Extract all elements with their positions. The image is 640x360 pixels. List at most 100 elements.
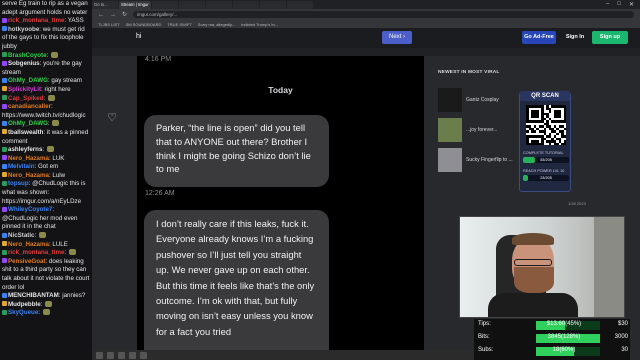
sign-up-button[interactable]: Sign up bbox=[592, 31, 628, 44]
goal-label: Bits: bbox=[478, 334, 490, 340]
emote-icon bbox=[47, 94, 55, 101]
viral-item-label: Sucky Fingerflip to ... bbox=[466, 157, 513, 163]
chat-message: SplickityLit: right here bbox=[0, 86, 92, 95]
qr-code-icon bbox=[526, 105, 567, 146]
emote-icon bbox=[42, 309, 50, 316]
emote-icon bbox=[52, 120, 60, 127]
chat-username[interactable]: PensiveGoat bbox=[8, 258, 46, 265]
webcam-hair bbox=[512, 233, 554, 245]
chat-separator: : bbox=[40, 300, 45, 308]
app-icon[interactable] bbox=[129, 351, 136, 359]
chat-username[interactable]: Cap_Spiked bbox=[8, 95, 43, 102]
chat-message: Mudpebble: bbox=[0, 300, 92, 310]
forward-icon[interactable]: → bbox=[110, 12, 116, 18]
chat-username[interactable]: rick_montana_time bbox=[8, 17, 64, 24]
chat-separator: : bbox=[42, 146, 46, 154]
chat-text: jannies? bbox=[62, 292, 86, 300]
bookmark-item[interactable]: TLJBS LIST bbox=[98, 22, 120, 27]
webcam-glasses bbox=[514, 259, 552, 266]
browser-tab[interactable] bbox=[178, 0, 205, 9]
chat-username[interactable]: canadiancaller bbox=[8, 103, 51, 110]
chat-username[interactable]: BrashCoyote bbox=[8, 52, 47, 59]
goal-target: 30 bbox=[621, 347, 628, 353]
chat-badge-icon bbox=[2, 206, 7, 212]
chat-message: hotkyoobe: we must get rid of the gays t… bbox=[0, 26, 92, 43]
chat-username[interactable]: Nero_Hazama bbox=[8, 155, 49, 162]
go-ad-free-button[interactable]: Go Ad-Free bbox=[522, 31, 556, 44]
url-field[interactable]: imgur.com/gallery/... bbox=[133, 11, 634, 18]
browser-tab[interactable] bbox=[286, 0, 313, 9]
chat-message: Nero_Hazama: LUK bbox=[0, 155, 92, 164]
section-title: NEWEST IN MOST VIRAL bbox=[438, 70, 500, 75]
heart-icon[interactable]: ♡ bbox=[104, 110, 120, 126]
bookmark-item[interactable]: Indicted Trump's In... bbox=[241, 22, 278, 27]
chat-username[interactable]: Nero_Hazama bbox=[8, 241, 49, 248]
chat-username[interactable]: Sobgenius bbox=[8, 60, 40, 67]
chat-message: OhMy_DAWG: gay stream bbox=[0, 77, 92, 86]
browser-tab[interactable] bbox=[232, 0, 259, 9]
chat-username[interactable]: tballswealth bbox=[8, 129, 43, 136]
browser-tab[interactable] bbox=[151, 0, 178, 9]
chat-username[interactable]: MENCHIBANTAM bbox=[8, 292, 59, 299]
chat-username[interactable]: SplickityLit bbox=[8, 86, 41, 93]
chat-text: YASS bbox=[67, 17, 84, 25]
chat-badge-icon bbox=[2, 241, 7, 247]
chat-message: jubby bbox=[0, 43, 92, 52]
chat-separator: : bbox=[43, 94, 47, 102]
maximize-icon[interactable]: □ bbox=[617, 1, 621, 8]
emote-icon bbox=[38, 232, 46, 239]
address-bar: ← → ↻ imgur.com/gallery/... bbox=[92, 9, 640, 20]
bookmark-item[interactable]: SM SOUNDBOARD bbox=[126, 22, 162, 27]
viral-item[interactable]: Sucky Fingerflip to ... bbox=[438, 148, 528, 172]
chat-username[interactable]: topsup bbox=[8, 180, 29, 187]
browser-tab[interactable]: Go to... bbox=[92, 0, 118, 9]
chat-username[interactable]: NicStatic bbox=[8, 232, 34, 239]
chat-badge-icon bbox=[2, 249, 7, 255]
chat-username[interactable]: OhMy_DAWG bbox=[8, 120, 48, 127]
progress-value: 23/205 bbox=[540, 176, 552, 180]
browser-tab[interactable] bbox=[205, 0, 232, 9]
app-icon[interactable] bbox=[140, 351, 147, 359]
browser-tab[interactable] bbox=[259, 0, 286, 9]
chat-separator: : bbox=[52, 206, 55, 214]
chat-text: Got em bbox=[37, 163, 59, 171]
bookmark-item[interactable]: Sorry ma, allegedly... bbox=[198, 22, 235, 27]
next-button[interactable]: Next › bbox=[382, 31, 412, 44]
chat-badge-icon bbox=[2, 26, 7, 32]
chat-username[interactable]: OhMy_DAWG bbox=[8, 77, 48, 84]
chat-badge-icon bbox=[2, 120, 7, 126]
thumbnail bbox=[438, 88, 462, 112]
chat-badge-icon bbox=[2, 301, 7, 307]
chat-username[interactable]: hotkyoobe bbox=[8, 26, 39, 33]
thumbnail bbox=[438, 118, 462, 142]
bookmark-item[interactable]: TRUE SWIFT bbox=[167, 22, 191, 27]
chat-username[interactable]: WhileyCoyote7 bbox=[8, 206, 52, 213]
chat-message: WhileyCoyote7: @ChudLogic her mod even p… bbox=[0, 206, 92, 232]
chat-text: LULE bbox=[52, 240, 68, 248]
viral-item[interactable]: ...joy forever... bbox=[438, 118, 528, 142]
close-icon[interactable]: ✕ bbox=[629, 1, 634, 8]
start-icon[interactable] bbox=[96, 351, 103, 359]
chat-username[interactable]: Melvitain bbox=[8, 163, 34, 170]
chat-badge-icon bbox=[2, 60, 7, 66]
app-icon[interactable] bbox=[118, 351, 125, 359]
stream-chat: serve Eg train to rip as a vegan adept a… bbox=[0, 0, 92, 360]
chat-badge-icon bbox=[2, 146, 7, 152]
chat-message: SkyQueue: bbox=[0, 309, 92, 318]
chat-username[interactable]: Mudpebble bbox=[8, 301, 41, 308]
message-text: Parker, “the line is open” did you tell … bbox=[156, 122, 311, 175]
reload-icon[interactable]: ↻ bbox=[122, 11, 127, 18]
viral-item[interactable]: Gantz Cosplay bbox=[438, 88, 528, 112]
chat-username[interactable]: SkyQueue bbox=[8, 309, 38, 316]
goal-value: 3845(128%) bbox=[547, 334, 581, 340]
chat-username[interactable]: Nero_Hazama bbox=[8, 172, 49, 179]
chat-badge-icon bbox=[2, 292, 7, 298]
chat-separator: : bbox=[51, 103, 53, 111]
minimize-icon[interactable]: – bbox=[606, 1, 609, 8]
search-icon[interactable] bbox=[107, 351, 114, 359]
sign-in-button[interactable]: Sign In bbox=[562, 31, 588, 44]
chat-username[interactable]: rick_montana_time bbox=[8, 249, 64, 256]
chat-username[interactable]: ashleyferns bbox=[8, 146, 42, 153]
browser-tab[interactable]: Stream | Imgur bbox=[119, 0, 151, 9]
back-icon[interactable]: ← bbox=[98, 12, 104, 18]
